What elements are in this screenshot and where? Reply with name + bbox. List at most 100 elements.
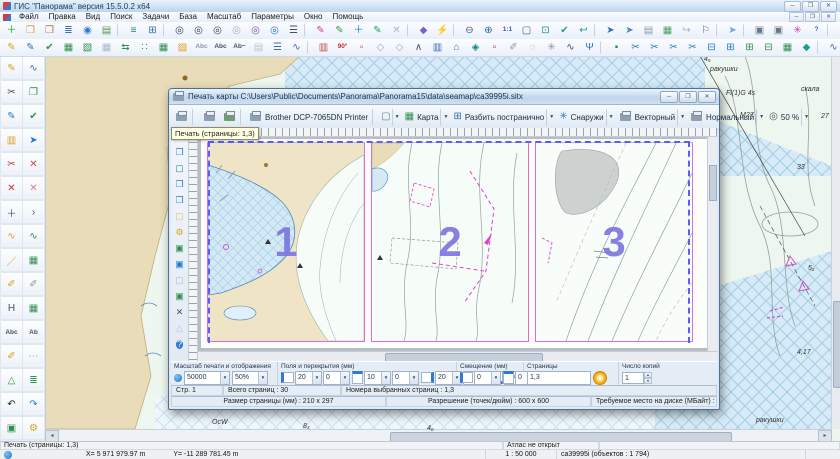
map-return-icon[interactable]: ↪ [677,23,696,38]
preview-zoom-select[interactable]: ◎ 50 %▼ [767,108,812,127]
help-cursor-icon[interactable]: ? [807,23,826,38]
text-ab-icon[interactable]: Ab [22,320,45,344]
margin-value-combobox[interactable]: 20▼ [295,371,322,385]
cut-double-icon[interactable]: ✂ [683,40,702,55]
dialog-maximize-button[interactable]: ❐ [679,91,697,103]
object-list-icon[interactable]: ☰ [284,23,303,38]
menu-item[interactable]: Задачи [137,12,174,22]
edit-info-icon[interactable]: ✎ [0,104,23,128]
cut-map-icon[interactable]: ✂ [0,152,23,176]
torch-a-icon[interactable]: ✐ [0,272,23,296]
frame-red-icon[interactable]: ▫ [485,40,504,55]
ruler-icon[interactable]: ▥ [314,40,333,55]
torch2-icon[interactable]: ✐ [0,344,23,368]
close-button[interactable]: ✕ [820,1,837,12]
chevron-down-icon[interactable]: ▼ [409,372,418,384]
draw-info-icon[interactable]: ✎ [21,40,40,55]
cut-x-icon[interactable]: ✂ [645,40,664,55]
area-diamond2-icon[interactable]: ◇ [390,40,409,55]
rose-icon[interactable]: ✳ [542,40,561,55]
cut-line-icon[interactable]: ✂ [626,40,645,55]
menu-item[interactable]: Помощь [327,12,368,22]
list-edit-icon[interactable]: ☰ [268,40,287,55]
help-icon[interactable]: ? [172,337,187,352]
copy-contour-icon[interactable]: ❐ [22,80,45,104]
page-image-move-icon[interactable]: ▣ [172,257,187,272]
image-props-icon[interactable]: ▣ [0,416,23,440]
view-accept-icon[interactable]: ✔ [555,23,574,38]
label-abc-icon[interactable]: Abc [192,40,211,55]
page-move-icon[interactable]: ❐ [172,145,187,160]
picker-icon[interactable]: ✐ [504,40,523,55]
minimize-button[interactable]: ─ [784,1,801,12]
dots-icon[interactable]: ⋯ [22,344,45,368]
label-edit-icon[interactable]: Abc [211,40,230,55]
menu-item[interactable]: Поиск [105,12,137,22]
view-back-icon[interactable]: ↩ [574,23,593,38]
search-repeat-icon[interactable]: ◎ [265,23,284,38]
preview-page-2[interactable]: 2 [371,142,529,342]
overlap-value-combobox[interactable]: 0▼ [323,371,350,385]
histogram-icon[interactable]: ▥ [428,40,447,55]
undo-icon[interactable]: ↶ [0,392,23,416]
map-vertical-scrollbar[interactable] [831,56,840,429]
steps-icon[interactable]: ≣ [22,368,45,392]
split-object-icon[interactable]: ⊟ [702,40,721,55]
highlight-add-icon[interactable]: ＋ [349,23,368,38]
highlight-color-icon[interactable]: ✎ [368,23,387,38]
dialog-close-button[interactable]: ✕ [698,91,716,103]
frame-mode-select[interactable]: ✳ Снаружи▼ [557,108,616,127]
chevron-down-icon[interactable]: ▼ [340,372,349,384]
mirror-icon[interactable]: ⇆ [116,40,135,55]
redo-icon[interactable]: ↷ [22,392,45,416]
blocks-icon[interactable]: ⊞ [740,40,759,55]
region-icon[interactable]: ◈ [466,40,485,55]
maps-icon[interactable]: ▦ [22,296,45,320]
preview-page-3[interactable]: 3 [535,142,693,342]
cursor-icon[interactable]: ➤ [723,23,742,38]
cut-part-icon[interactable]: ✕ [22,152,45,176]
menu-item[interactable]: Файл [14,12,44,22]
view-3d-icon[interactable]: ◆ [414,23,433,38]
task-log-icon[interactable]: ▤ [639,23,658,38]
select-frame-icon[interactable]: ➤ [620,23,639,38]
map-structure-icon[interactable]: ⊞ [143,23,162,38]
highlight-accept-icon[interactable]: ✎ [330,23,349,38]
fork-icon[interactable]: Ψ [580,40,599,55]
page-photo-icon[interactable]: ▣ [172,289,187,304]
print-setup-button[interactable] [199,107,219,127]
print-preview-viewport[interactable]: 1 [198,137,717,351]
zoom-in-icon[interactable]: ⊕ [479,23,498,38]
measure-icon[interactable]: ／ [0,248,23,272]
highlight-clear-icon[interactable]: ✕ [387,23,406,38]
search-more-icon[interactable]: ◎ [208,23,227,38]
print-scale-combobox[interactable]: 50000▼ [184,371,230,385]
preview-vscroll-thumb[interactable] [709,165,717,201]
open-database-icon[interactable]: ≣ [59,23,78,38]
print-panel-caption[interactable]: Печать (страницы: 1,3) [0,441,503,450]
menu-item[interactable]: Правка [44,12,81,22]
menu-item[interactable]: Масштаб [202,12,246,22]
search-icon[interactable]: ◎ [170,23,189,38]
run-task-icon[interactable]: ⚡ [433,23,452,38]
menu-item[interactable]: Окно [299,12,328,22]
copies-spinner[interactable]: 1 ▲▼ [622,372,652,384]
smooth-icon[interactable]: ∿ [824,40,840,55]
text-abc-icon[interactable]: Abc [0,320,23,344]
tin-icon[interactable]: △ [0,368,23,392]
page-blank-icon[interactable]: ▢ [172,209,187,224]
mdi-restore-button[interactable]: ❐ [805,12,820,22]
north-arrow-icon[interactable]: △ [172,321,187,336]
pen-line-icon[interactable]: ∿ [561,40,580,55]
draw-accept-icon[interactable]: ✔ [40,40,59,55]
open-site-icon[interactable]: ❒ [40,23,59,38]
map-layers-icon[interactable]: ≡ [124,23,143,38]
building-icon[interactable]: ⌂ [447,40,466,55]
map-frag-icon[interactable]: ▦ [22,248,45,272]
split-mode-select[interactable]: ⊞ Разбить постранично▼ [451,108,557,127]
map-select-icon[interactable]: ▦ [658,23,677,38]
move-icon[interactable]: ➤ [22,128,45,152]
dialog-minimize-button[interactable]: ─ [660,91,678,103]
preview-vertical-scrollbar[interactable] [707,137,717,351]
next-node-icon[interactable]: › [22,200,45,224]
